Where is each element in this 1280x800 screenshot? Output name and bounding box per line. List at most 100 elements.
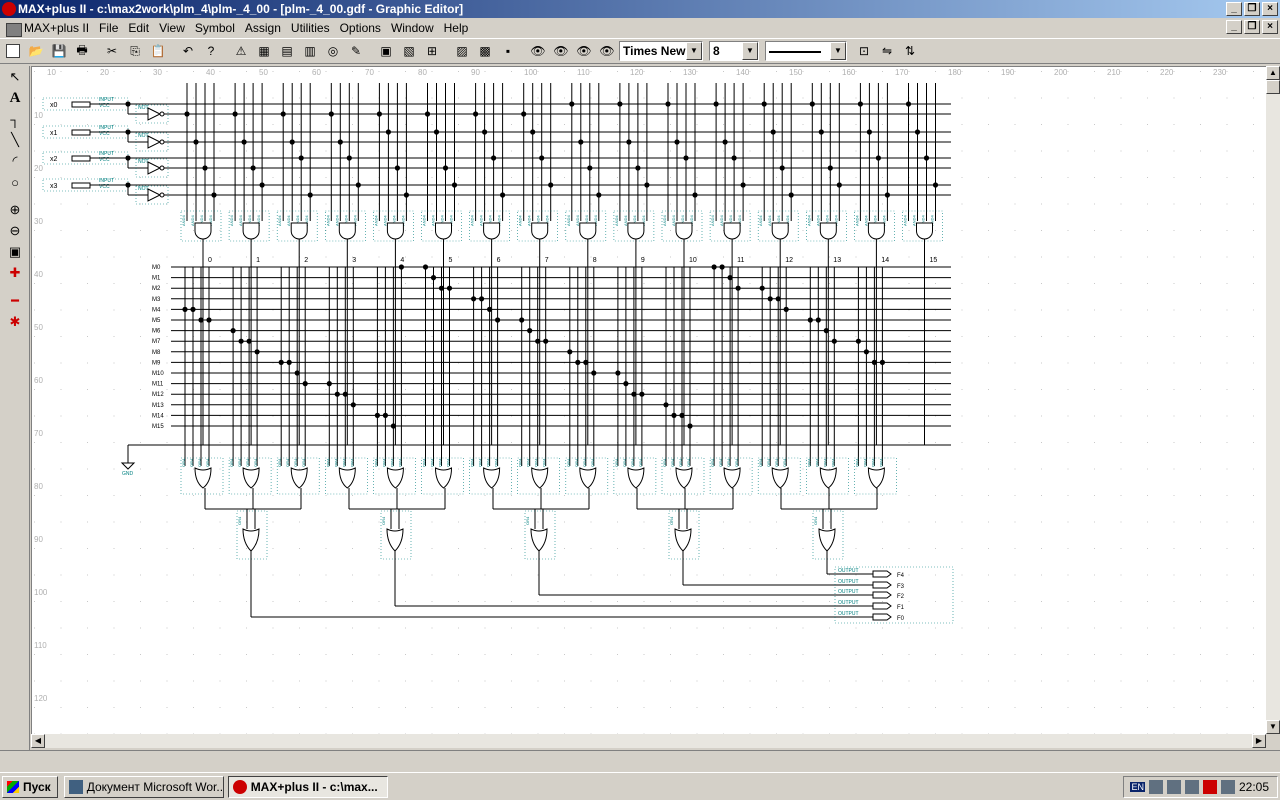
menu-file[interactable]: File xyxy=(94,21,123,35)
timing-icon[interactable]: ◎ xyxy=(322,40,344,62)
junction-dot xyxy=(241,139,247,145)
menu-symbol[interactable]: Symbol xyxy=(190,21,240,35)
menu-maxplus[interactable]: MAX+plus II xyxy=(4,21,94,37)
svg-text:OR4: OR4 xyxy=(830,458,835,467)
font-size-select[interactable]: 8 ▼ xyxy=(709,41,759,61)
text-tool-icon[interactable]: A xyxy=(3,88,27,108)
connect-dot-icon[interactable]: ━ xyxy=(3,291,27,311)
minimize-button[interactable]: _ xyxy=(1226,2,1242,16)
open-symbol-icon[interactable]: ▧ xyxy=(398,40,420,62)
find-bus-icon[interactable]: 👁 xyxy=(596,40,618,62)
schematic-drawing[interactable]: 10 20 30 40 50 60 70 80 90 100 110 120 130 140 150 160 1… xyxy=(32,67,1266,734)
minterm-label: M1 xyxy=(152,276,161,282)
language-indicator[interactable]: EN xyxy=(1130,782,1145,792)
open-folder-icon[interactable]: 📂 xyxy=(25,40,47,62)
find-node-icon[interactable]: 👁 xyxy=(527,40,549,62)
volume-icon[interactable] xyxy=(1166,780,1181,794)
font-name-select[interactable]: Times New ▼ xyxy=(619,41,703,61)
floorplan-icon[interactable]: ▦ xyxy=(253,40,275,62)
paste-icon[interactable]: 📋 xyxy=(147,40,169,62)
compiler-icon[interactable]: ▤ xyxy=(276,40,298,62)
doc-restore-button[interactable]: ❐ xyxy=(1244,20,1260,34)
disconnect-icon[interactable]: ✱ xyxy=(3,312,27,332)
junction-dot xyxy=(376,111,382,117)
junction-dot xyxy=(259,182,265,188)
tray-misc-icon[interactable] xyxy=(1220,780,1235,794)
hierarchy-display-icon[interactable]: ▣ xyxy=(375,40,397,62)
network-icon[interactable] xyxy=(1148,780,1163,794)
copy-icon[interactable]: ⎘ xyxy=(124,40,146,62)
program-icon[interactable]: ▪ xyxy=(497,40,519,62)
maxplus-app-icon[interactable] xyxy=(2,2,16,16)
junction-dot xyxy=(639,391,645,397)
tray-app-icon[interactable] xyxy=(1202,780,1217,794)
scroll-left-button[interactable]: ◀ xyxy=(31,734,45,748)
fit-in-window-icon[interactable]: ▣ xyxy=(3,242,27,262)
vertical-scrollbar[interactable]: ▲ ▼ xyxy=(1266,66,1280,734)
simulator-icon[interactable]: ▥ xyxy=(299,40,321,62)
junction-dot xyxy=(905,101,912,107)
and-gate xyxy=(435,222,452,240)
programmer-icon[interactable]: ✎ xyxy=(345,40,367,62)
junction-dot xyxy=(759,285,765,291)
doc-close-button[interactable]: × xyxy=(1262,20,1278,34)
rubberbanding-icon[interactable]: ✚ xyxy=(3,263,27,283)
save-icon[interactable]: 💾 xyxy=(48,40,70,62)
output-pin-symbol xyxy=(872,570,892,578)
flip-horizontal-icon[interactable]: ⇋ xyxy=(876,40,898,62)
find-node-next-icon[interactable]: 👁 xyxy=(550,40,572,62)
help-pointer-icon[interactable]: ? xyxy=(200,40,222,62)
taskbar-item-word[interactable]: Документ Microsoft Wor... xyxy=(63,775,224,798)
output-pin-name: F4 xyxy=(897,573,905,579)
selector-arrow-icon[interactable]: ↖ xyxy=(3,67,27,87)
close-button[interactable]: × xyxy=(1262,2,1278,16)
scroll-up-button[interactable]: ▲ xyxy=(1266,66,1280,80)
svg-text:AND4: AND4 xyxy=(767,215,772,226)
ruler-label-top: 140 xyxy=(736,68,750,77)
menu-utilities[interactable]: Utilities xyxy=(286,21,335,35)
menu-view[interactable]: View xyxy=(154,21,190,35)
menu-window[interactable]: Window xyxy=(386,21,439,35)
arc-tool-icon[interactable]: ◜ xyxy=(3,151,27,171)
diagonal-line-icon[interactable]: ╲ xyxy=(3,130,27,150)
new-file-icon[interactable] xyxy=(2,40,24,62)
vertical-scroll-thumb[interactable] xyxy=(1266,80,1280,94)
output-prim-label: OUTPUT xyxy=(838,611,859,617)
svg-text:AND4: AND4 xyxy=(382,215,387,226)
menu-options[interactable]: Options xyxy=(335,21,386,35)
snap-grid-icon[interactable]: ⊡ xyxy=(853,40,875,62)
flip-vertical-icon[interactable]: ⇅ xyxy=(899,40,921,62)
orthogonal-line-icon[interactable]: ┐ xyxy=(3,109,27,129)
menu-edit[interactable]: Edit xyxy=(123,21,154,35)
hierarchy-up-icon[interactable]: ⚠ xyxy=(230,40,252,62)
restore-button[interactable]: ❐ xyxy=(1244,2,1260,16)
scroll-right-button[interactable]: ▶ xyxy=(1252,734,1266,748)
start-button[interactable]: Пуск xyxy=(2,775,58,798)
menu-assign[interactable]: Assign xyxy=(240,21,286,35)
junction-dot xyxy=(193,139,199,145)
zoom-in-icon[interactable]: ⊕ xyxy=(3,200,27,220)
menu-help[interactable]: Help xyxy=(439,21,474,35)
junction-dot xyxy=(719,264,725,270)
junction-dot xyxy=(683,155,689,161)
print-icon[interactable]: 🖶 xyxy=(71,40,93,62)
find-connection-icon[interactable]: 👁 xyxy=(573,40,595,62)
compile-icon[interactable]: ▨ xyxy=(451,40,473,62)
circle-tool-icon[interactable]: ○ xyxy=(3,172,27,192)
not-gate xyxy=(147,135,162,149)
taskbar: Пуск Документ Microsoft Wor... MAX+plus … xyxy=(0,772,1280,800)
cut-icon[interactable]: ✂ xyxy=(101,40,123,62)
scroll-down-button[interactable]: ▼ xyxy=(1266,720,1280,734)
antivirus-icon[interactable] xyxy=(1184,780,1199,794)
doc-minimize-button[interactable]: _ xyxy=(1226,20,1242,34)
zoom-out-icon[interactable]: ⊖ xyxy=(3,221,27,241)
simulate-icon[interactable]: ▩ xyxy=(474,40,496,62)
line-style-select[interactable]: ▼ xyxy=(765,41,847,61)
svg-text:OR4: OR4 xyxy=(813,516,818,525)
taskbar-item-maxplus[interactable]: MAX+plus II - c:\max... xyxy=(227,775,388,798)
undo-icon[interactable]: ↶ xyxy=(177,40,199,62)
schematic-canvas[interactable]: 10 20 30 40 50 60 70 80 90 100 110 120 130 140 150 160 1… xyxy=(31,66,1266,734)
tree-icon[interactable]: ⊞ xyxy=(421,40,443,62)
junction-dot xyxy=(398,264,404,270)
horizontal-scrollbar[interactable]: ◀ ▶ xyxy=(31,734,1266,748)
